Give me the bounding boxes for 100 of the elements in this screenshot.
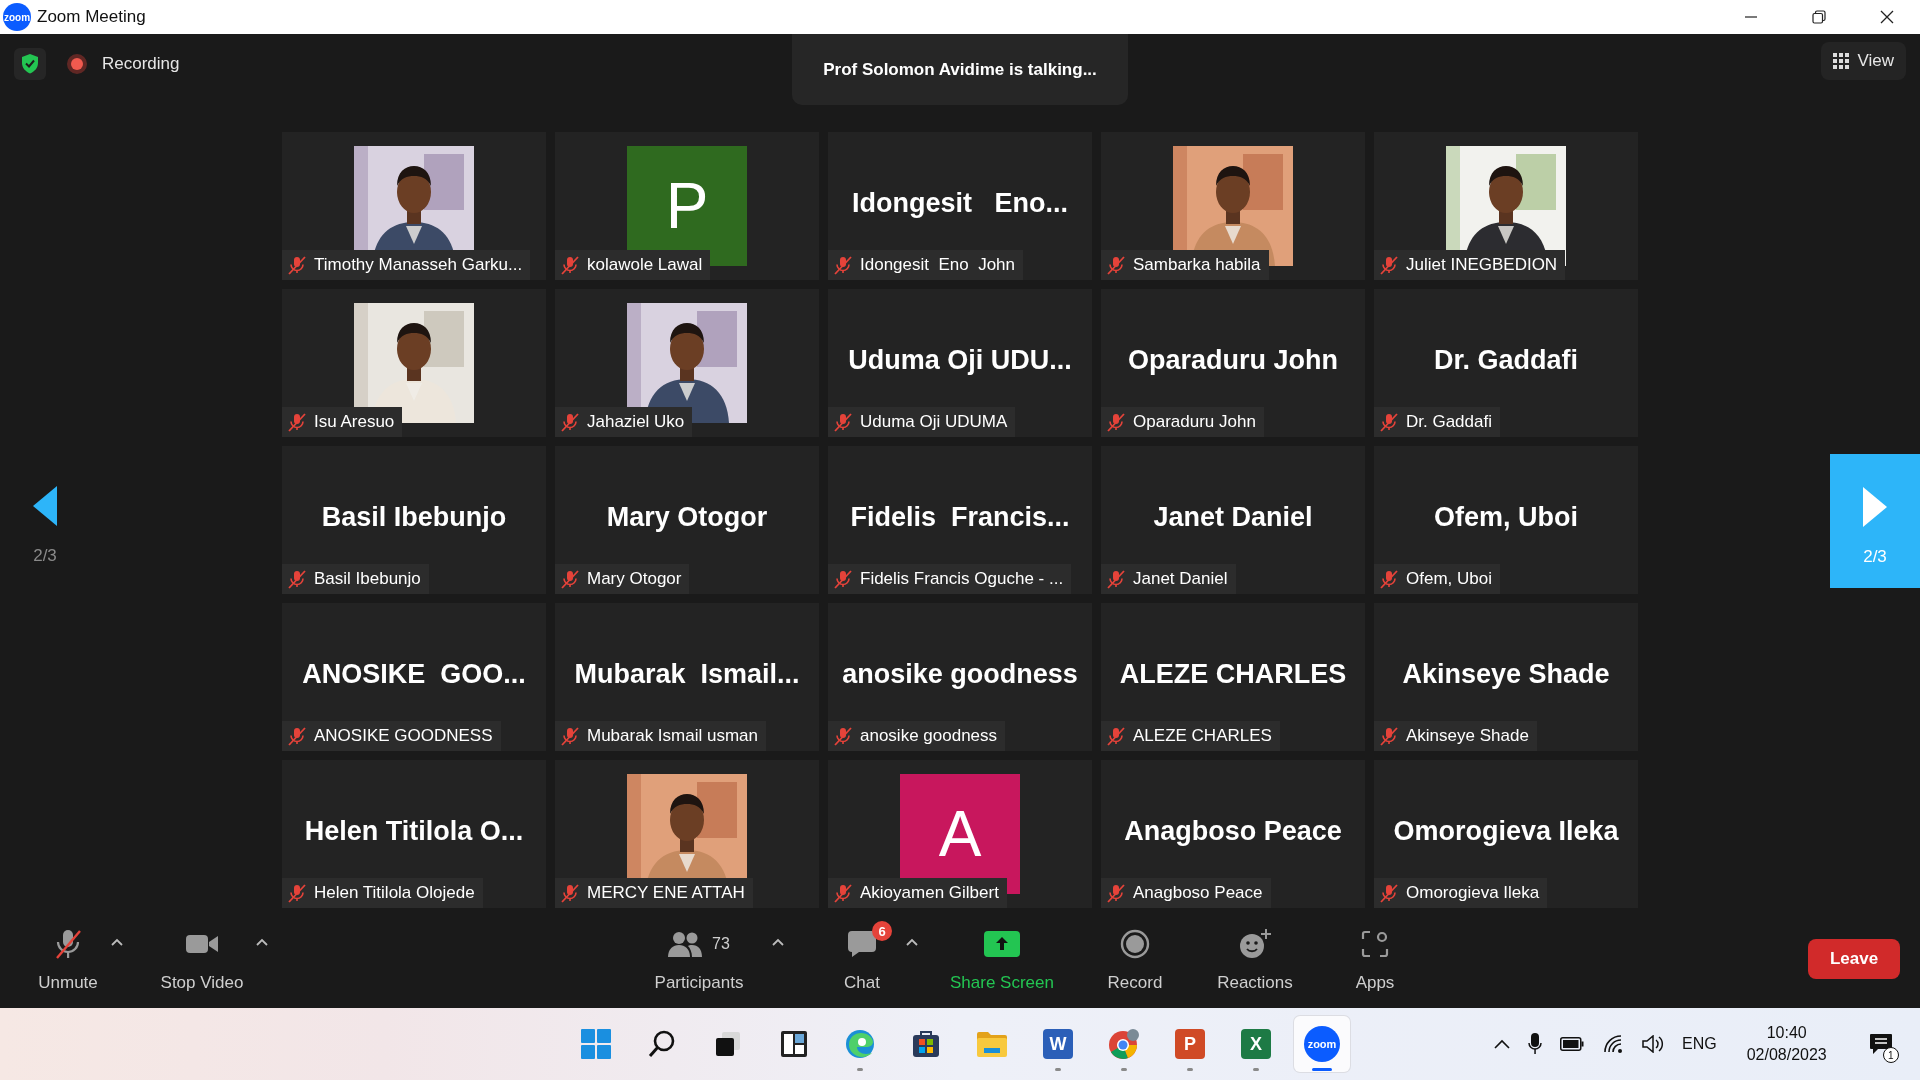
window-title: Zoom Meeting (37, 7, 146, 27)
participant-name: Mubarak Ismail usman (587, 726, 758, 746)
participant-name: Ofem, Uboi (1406, 569, 1492, 589)
app-logo: zoom (3, 3, 31, 31)
unread-badge: 6 (872, 921, 892, 941)
display-name: Anagboso Peace (1124, 815, 1342, 847)
display-name: Mary Otogor (606, 501, 768, 533)
participant-name: Timothy Manasseh Garku... (314, 255, 523, 275)
restore-icon[interactable] (1812, 10, 1826, 24)
store-icon (911, 1029, 941, 1059)
unmute-button[interactable]: Unmute (25, 919, 111, 999)
view-button[interactable]: View (1821, 42, 1906, 80)
participant-name: kolawole Lawal (587, 255, 703, 275)
display-name: Dr. Gaddafi (1434, 344, 1578, 376)
caret-icon[interactable] (256, 938, 268, 946)
recording-label: Recording (102, 54, 180, 74)
display-name: Uduma Oji UDU... (848, 344, 1072, 376)
clock-date[interactable]: 02/08/2023 (1746, 1046, 1827, 1064)
participant-name: Uduma Oji UDUMA (860, 412, 1008, 432)
participant-name: Mary Otogor (587, 569, 682, 589)
app-letter-icon: W (1043, 1029, 1073, 1059)
reactions-button[interactable]: Reactions (1205, 919, 1305, 999)
microphone-icon[interactable] (1528, 1033, 1542, 1055)
display-name: ALEZE CHARLES (1119, 658, 1347, 690)
participant-name: MERCY ENE ATTAH (587, 883, 745, 903)
chat-bubble-icon (848, 931, 876, 957)
grid-icon (1833, 53, 1850, 69)
display-name: ANOSIKE GOO... (302, 658, 526, 690)
people-icon (668, 931, 703, 957)
wifi-icon[interactable] (1602, 1035, 1624, 1053)
participant-name: Jahaziel Uko (587, 412, 685, 432)
taskbar-button[interactable]: P (1162, 1016, 1218, 1072)
display-name: Akinseye Shade (1402, 658, 1610, 690)
taskbar-button[interactable]: zoom (1294, 1016, 1350, 1072)
display-name: Omorogieva Ileka (1393, 815, 1619, 847)
close-icon[interactable] (1880, 10, 1894, 24)
notification-badge: 1 (1882, 1047, 1899, 1063)
participant-name: Juliet INEGBEDION (1406, 255, 1558, 275)
apps-button[interactable]: Apps (1345, 919, 1405, 999)
record-icon (1120, 929, 1150, 959)
taskbar-button[interactable]: X (1228, 1016, 1284, 1072)
smiley-plus-icon (1239, 929, 1271, 959)
apps-icon (1361, 930, 1389, 958)
leave-button[interactable]: Leave (1808, 939, 1900, 979)
language-indicator[interactable]: ENG (1682, 1035, 1717, 1053)
display-name: Idongesit Eno... (852, 187, 1068, 219)
caret-icon[interactable] (906, 938, 918, 946)
folder-icon (976, 1030, 1008, 1058)
start-icon (581, 1029, 611, 1059)
participant-name: Janet Daniel (1133, 569, 1228, 589)
browser-icon (845, 1029, 875, 1059)
display-name: Basil Ibebunjo (321, 501, 507, 533)
stop-video-button[interactable]: Stop Video (148, 919, 256, 999)
participant-name: Akinseye Shade (1406, 726, 1529, 746)
participant-name: Idongesit Eno John (860, 255, 1015, 275)
participant-count: 73 (712, 935, 730, 953)
widgets-icon (780, 1030, 808, 1058)
speaker-icon[interactable] (1642, 1035, 1664, 1053)
search-icon (648, 1030, 676, 1058)
share-screen-button[interactable]: Share Screen (940, 919, 1064, 999)
participant-name: ANOSIKE GOODNESS (314, 726, 493, 746)
caret-icon[interactable] (111, 938, 123, 946)
chevron-up-icon[interactable] (1494, 1039, 1510, 1049)
display-name: anosike goodness (842, 658, 1078, 690)
participant-name: Sambarka habila (1133, 255, 1261, 275)
previous-page-arrow[interactable] (33, 486, 57, 526)
app-logo: zoom (1304, 1026, 1340, 1062)
participant-name: Akioyamen Gilbert (860, 883, 999, 903)
record-dot-icon (66, 53, 88, 75)
clock-time[interactable]: 10:40 (1766, 1024, 1807, 1042)
participants-button[interactable]: 73 Participants (638, 919, 760, 999)
display-name: Ofem, Uboi (1434, 501, 1578, 533)
browser-icon (1108, 1028, 1140, 1060)
participant-name: Basil Ibebunjo (314, 569, 421, 589)
participant-name: ALEZE CHARLES (1133, 726, 1272, 746)
participant-name: Anagboso Peace (1133, 883, 1263, 903)
participant-name: Fidelis Francis Oguche - ... (860, 569, 1064, 589)
participant-name: Oparaduru John (1133, 412, 1256, 432)
play-arrow-icon (1863, 487, 1887, 527)
display-name: Fidelis Francis... (850, 501, 1070, 533)
participant-name: Helen Titilola Olojede (314, 883, 475, 903)
shield-icon[interactable] (14, 48, 46, 80)
display-name: Janet Daniel (1153, 501, 1313, 533)
taskbar-button[interactable]: W (1030, 1016, 1086, 1072)
speaker-notice: Prof Solomon Avidime is talking... (792, 34, 1128, 105)
share-screen-icon (984, 931, 1020, 957)
app-letter-icon: P (1175, 1029, 1205, 1059)
video-camera-icon (186, 933, 218, 955)
participant-name: anosike goodness (860, 726, 998, 746)
app-letter-icon: X (1241, 1029, 1271, 1059)
chat-button[interactable]: 6 Chat (826, 919, 898, 999)
battery-icon[interactable] (1560, 1037, 1584, 1051)
display-name: Helen Titilola O... (304, 815, 524, 847)
page-indicator: 2/3 (33, 546, 57, 566)
caret-icon[interactable] (772, 938, 784, 946)
participant-name: Dr. Gaddafi (1406, 412, 1492, 432)
task-view-icon (714, 1030, 742, 1058)
participant-name: Isu Aresuo (314, 412, 395, 432)
record-button[interactable]: Record (1095, 919, 1175, 999)
display-name: Oparaduru John (1128, 344, 1338, 376)
